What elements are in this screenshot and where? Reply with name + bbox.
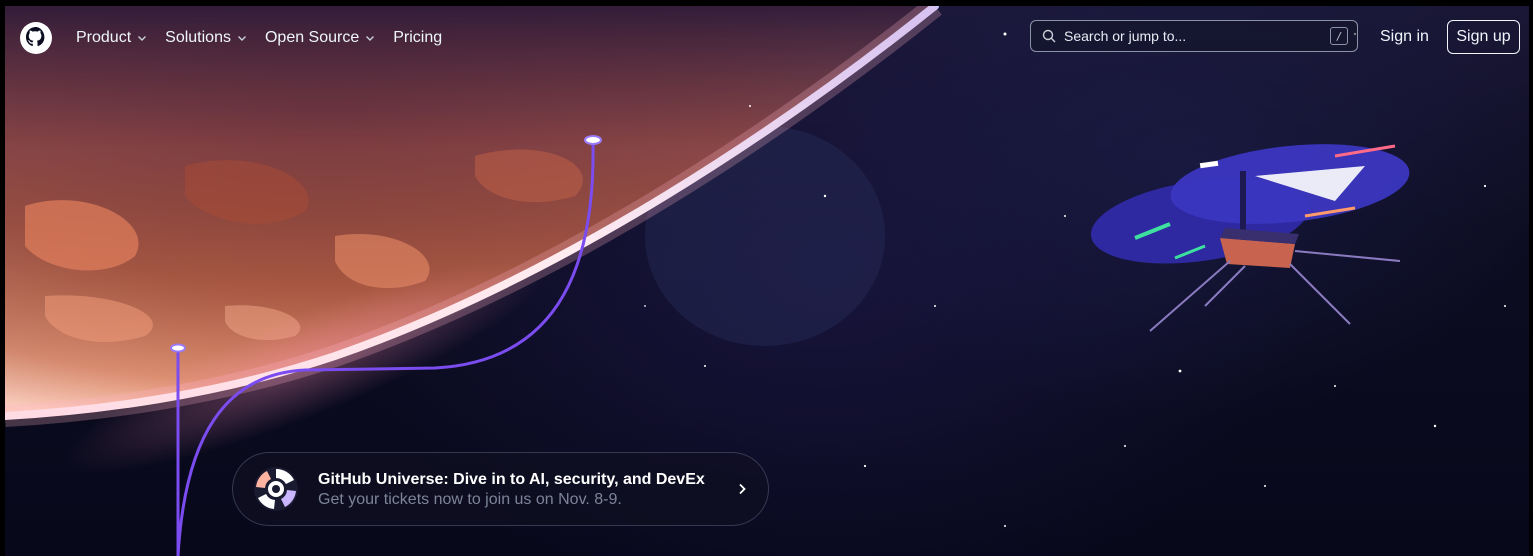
chevron-down-icon [237, 36, 246, 41]
nav-open-source-label: Open Source [264, 29, 360, 46]
nav-product-label: Product [76, 29, 132, 46]
nav-pricing[interactable]: Pricing [393, 25, 442, 51]
nav-product[interactable]: Product [76, 25, 147, 51]
search-icon [1042, 29, 1056, 43]
nav-open-source[interactable]: Open Source [265, 25, 375, 51]
main-nav: Product Solutions Open Source Pricing [76, 25, 460, 51]
chevron-right-icon [739, 483, 746, 495]
sign-up-button[interactable]: Sign up [1447, 20, 1520, 54]
hero-section [5, 6, 1529, 556]
site-header: Product Solutions Open Source Pricing Se… [5, 6, 1529, 68]
chevron-down-icon [138, 36, 147, 41]
search-placeholder: Search or jump to... [1064, 28, 1187, 44]
page-frame: Product Solutions Open Source Pricing Se… [0, 0, 1533, 556]
nav-pricing-label: Pricing [393, 29, 443, 46]
search-input[interactable]: Search or jump to... / [1030, 20, 1358, 52]
github-octocat-icon[interactable] [19, 21, 53, 55]
nav-solutions-label: Solutions [165, 29, 231, 46]
banner-title: GitHub Universe: Dive in to AI, security… [318, 471, 705, 488]
github-universe-logo-icon [254, 467, 298, 511]
universe-banner[interactable]: GitHub Universe: Dive in to AI, security… [232, 452, 769, 526]
sign-in-link[interactable]: Sign in [1380, 26, 1429, 48]
search-shortcut-key: / [1330, 27, 1348, 45]
chevron-down-icon [366, 36, 375, 41]
nav-solutions[interactable]: Solutions [165, 25, 247, 51]
helicopter-illustration [1090, 144, 1410, 332]
banner-subtitle: Get your tickets now to join us on Nov. … [318, 491, 622, 508]
hero-illustration [5, 6, 1506, 556]
